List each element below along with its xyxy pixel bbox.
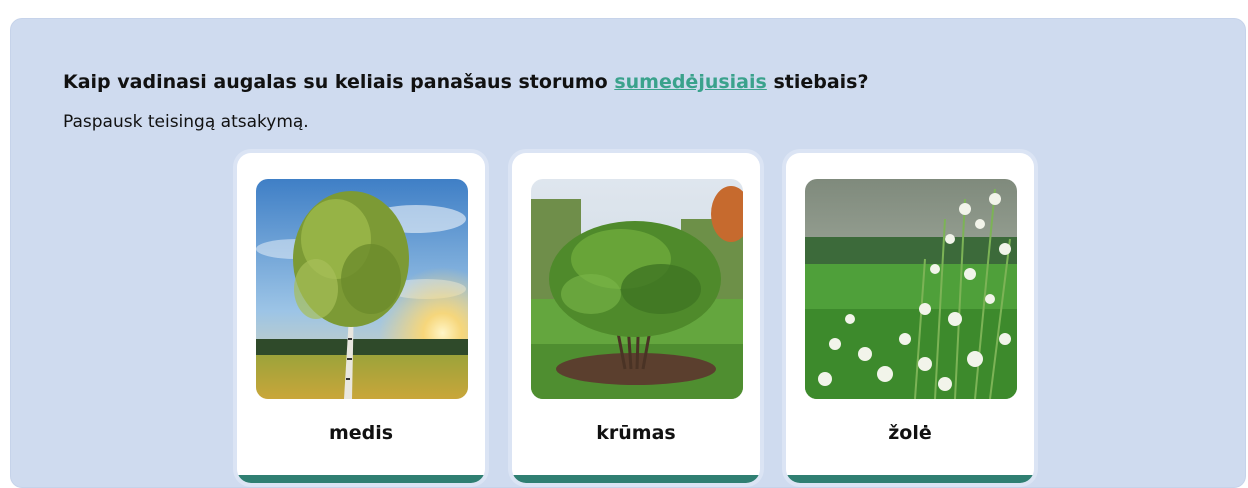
answer-card-zole[interactable]: žolė (786, 153, 1034, 483)
previous-heading-cutoff (0, 0, 1248, 10)
birch-tree-image (256, 179, 468, 399)
question-text-end: stiebais? (766, 71, 869, 93)
round-bush-image (531, 179, 743, 399)
question-text-start: Kaip vadinasi augalas su keliais panašau… (63, 71, 615, 93)
instruction-text: Paspausk teisingą atsakymą. (63, 112, 309, 132)
answer-card-medis[interactable]: medis (237, 153, 485, 483)
term-link[interactable]: sumedėjusiais (614, 71, 767, 93)
answer-label: medis (328, 422, 394, 444)
wild-grass-flowers-image (805, 179, 1017, 399)
answer-label: žolė (888, 422, 932, 444)
answer-label: krūmas (596, 422, 676, 444)
question-text: Kaip vadinasi augalas su keliais panašau… (63, 71, 869, 93)
answer-card-krumas[interactable]: krūmas (512, 153, 760, 483)
